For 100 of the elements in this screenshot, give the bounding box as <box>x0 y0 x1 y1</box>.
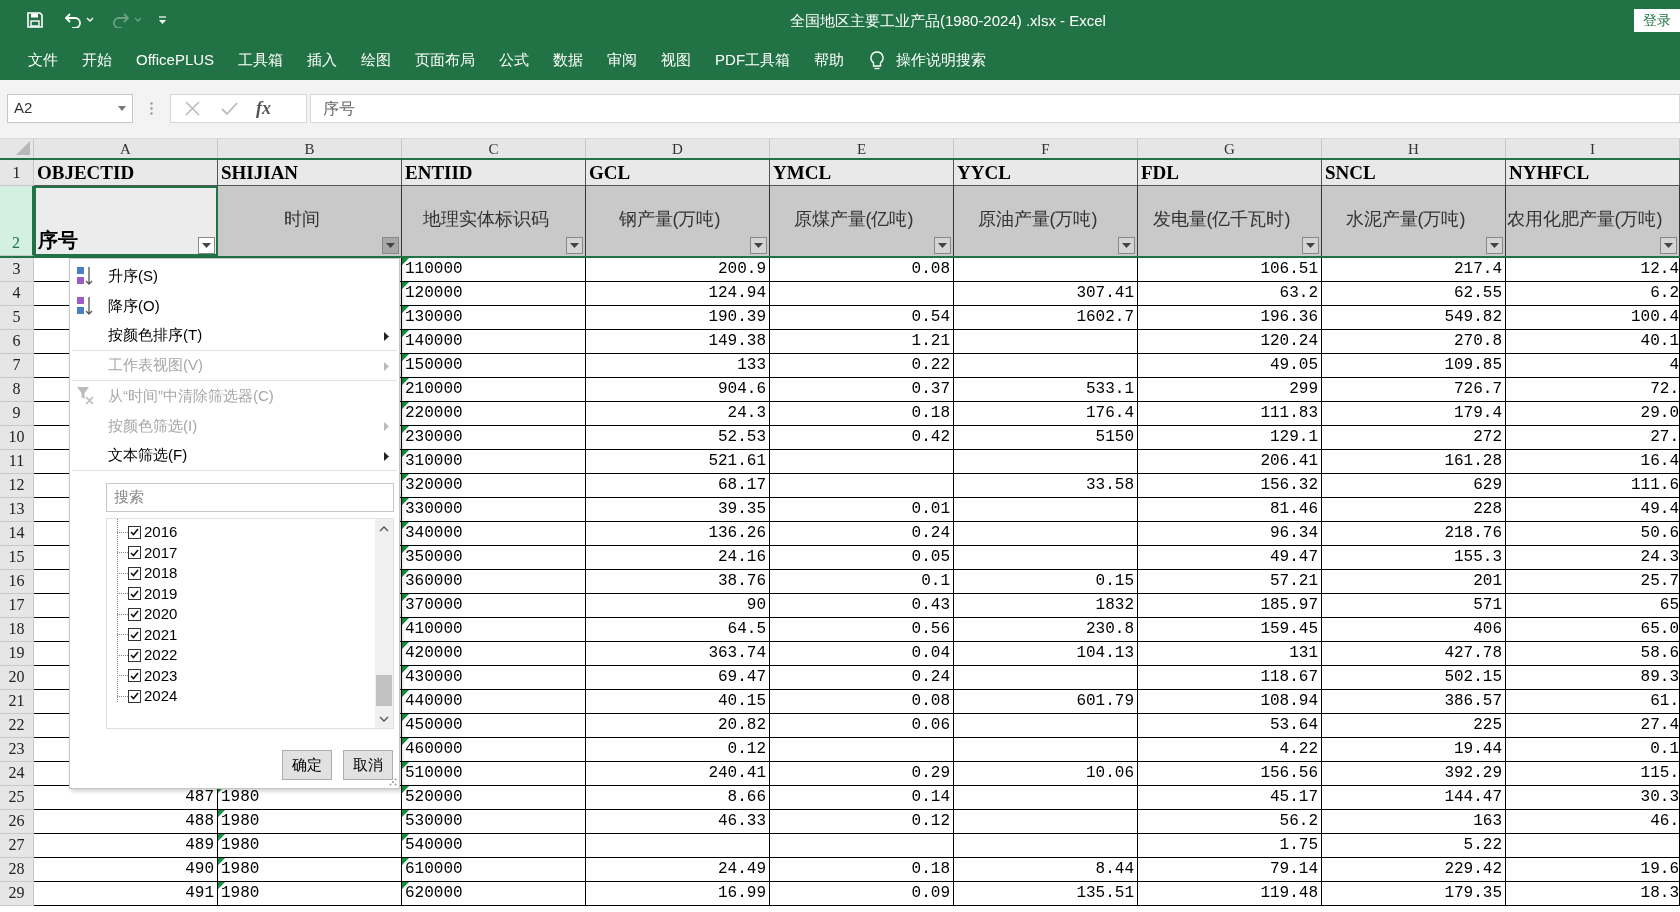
row-header[interactable]: 14 <box>0 522 34 546</box>
scroll-down-icon[interactable] <box>379 716 389 722</box>
row-header[interactable]: 10 <box>0 426 34 450</box>
filter-button[interactable] <box>382 237 399 254</box>
table-header-cell: SNCL <box>1322 160 1506 186</box>
save-icon[interactable] <box>26 11 44 29</box>
table-cell: 61. <box>1506 690 1680 714</box>
column-header[interactable]: A <box>34 139 218 158</box>
column-header[interactable]: F <box>954 139 1138 158</box>
row-header[interactable]: 19 <box>0 642 34 666</box>
column-header[interactable]: C <box>402 139 586 158</box>
row-header[interactable]: 17 <box>0 594 34 618</box>
filter-button[interactable] <box>566 237 583 254</box>
checkbox[interactable] <box>128 587 141 601</box>
filter-button[interactable] <box>198 237 215 254</box>
row-header[interactable]: 22 <box>0 714 34 738</box>
formula-field[interactable]: 序号 <box>310 94 1680 123</box>
name-box[interactable]: A2 <box>7 94 133 123</box>
menu-item[interactable]: 升序(S) <box>72 261 397 291</box>
table-cell: 0.22 <box>770 354 954 378</box>
row-header[interactable]: 2 <box>0 186 34 256</box>
ribbon-tab[interactable]: 视图 <box>649 44 704 76</box>
ribbon-tab[interactable]: 工具箱 <box>226 44 296 76</box>
filter-button[interactable] <box>934 237 951 254</box>
table-cell: 63.2 <box>1138 282 1322 306</box>
checkbox[interactable] <box>128 607 141 621</box>
column-header[interactable]: H <box>1322 139 1506 158</box>
row-header[interactable]: 28 <box>0 858 34 882</box>
column-header[interactable]: I <box>1506 139 1680 158</box>
table-header-cell: NYHFCL <box>1506 160 1680 186</box>
row-header[interactable]: 24 <box>0 762 34 786</box>
row-header[interactable]: 21 <box>0 690 34 714</box>
table-cell: 135.51 <box>954 882 1138 906</box>
table-cell: 49.05 <box>1138 354 1322 378</box>
menu-item[interactable]: 文本筛选(F) <box>72 441 397 471</box>
row-header[interactable]: 20 <box>0 666 34 690</box>
ribbon-tab[interactable]: 绘图 <box>349 44 404 76</box>
column-header[interactable]: E <box>770 139 954 158</box>
scrollbar[interactable] <box>375 519 393 728</box>
filter-button[interactable] <box>1302 237 1319 254</box>
ribbon-tab[interactable]: 公式 <box>487 44 542 76</box>
table-cell: 521.61 <box>586 450 770 474</box>
dialog-button[interactable]: 取消 <box>343 750 393 780</box>
checkbox[interactable] <box>128 546 141 560</box>
column-header[interactable]: G <box>1138 139 1322 158</box>
column-header[interactable]: D <box>586 139 770 158</box>
checkbox[interactable] <box>128 648 141 662</box>
row-header[interactable]: 6 <box>0 330 34 354</box>
ribbon-tab[interactable]: 页面布局 <box>403 44 488 76</box>
customize-icon[interactable] <box>158 15 167 25</box>
column-header[interactable]: B <box>218 139 402 158</box>
ribbon-tab[interactable]: 审阅 <box>595 44 650 76</box>
check-icon[interactable] <box>221 101 238 116</box>
menu-item[interactable]: 按颜色排序(T) <box>72 321 397 351</box>
row-header[interactable]: 7 <box>0 354 34 378</box>
row-header[interactable]: 5 <box>0 306 34 330</box>
scroll-thumb[interactable] <box>376 675 392 706</box>
scroll-up-icon[interactable] <box>379 526 389 532</box>
row-header[interactable]: 9 <box>0 402 34 426</box>
ribbon-tab[interactable]: 插入 <box>295 44 350 76</box>
row-header[interactable]: 18 <box>0 618 34 642</box>
row-header[interactable]: 13 <box>0 498 34 522</box>
row-header[interactable]: 3 <box>0 258 34 282</box>
row-header[interactable]: 11 <box>0 450 34 474</box>
row-header[interactable]: 27 <box>0 834 34 858</box>
checkbox[interactable] <box>128 669 141 683</box>
search-field[interactable]: 搜索 <box>106 483 394 512</box>
row-header[interactable]: 29 <box>0 882 34 906</box>
checkbox[interactable] <box>128 566 141 580</box>
checkbox[interactable] <box>128 525 141 539</box>
row-header[interactable]: 1 <box>0 160 34 186</box>
row-header[interactable]: 12 <box>0 474 34 498</box>
ribbon-tab[interactable]: PDF工具箱 <box>703 44 803 76</box>
row-header[interactable]: 8 <box>0 378 34 402</box>
table-cell: 217.4 <box>1322 258 1506 282</box>
checkbox[interactable] <box>128 628 141 642</box>
tell-me-search[interactable]: 操作说明搜索 <box>896 48 987 72</box>
insert-function-button[interactable]: fx <box>256 95 271 122</box>
ribbon-tab[interactable]: OfficePLUS <box>124 44 227 76</box>
undo-icon[interactable] <box>64 12 82 28</box>
row-header[interactable]: 15 <box>0 546 34 570</box>
filter-button[interactable] <box>1118 237 1135 254</box>
dialog-button[interactable]: 确定 <box>282 750 332 780</box>
row-header[interactable]: 16 <box>0 570 34 594</box>
ribbon-tab[interactable]: 数据 <box>541 44 596 76</box>
resize-grip-icon[interactable] <box>389 778 397 786</box>
filter-button[interactable] <box>750 237 767 254</box>
menu-item[interactable]: 降序(O) <box>72 291 397 321</box>
table-cell: 19.44 <box>1322 738 1506 762</box>
ribbon-tab[interactable]: 文件 <box>16 44 70 76</box>
row-header[interactable]: 23 <box>0 738 34 762</box>
ribbon-tab[interactable]: 开始 <box>70 44 124 76</box>
filter-button[interactable] <box>1660 237 1677 254</box>
row-header[interactable]: 4 <box>0 282 34 306</box>
login-button[interactable]: 登录 <box>1634 9 1680 32</box>
ribbon-tab[interactable]: 帮助 <box>802 44 857 76</box>
row-header[interactable]: 26 <box>0 810 34 834</box>
checkbox[interactable] <box>128 689 141 703</box>
row-header[interactable]: 25 <box>0 786 34 810</box>
filter-button[interactable] <box>1486 237 1503 254</box>
